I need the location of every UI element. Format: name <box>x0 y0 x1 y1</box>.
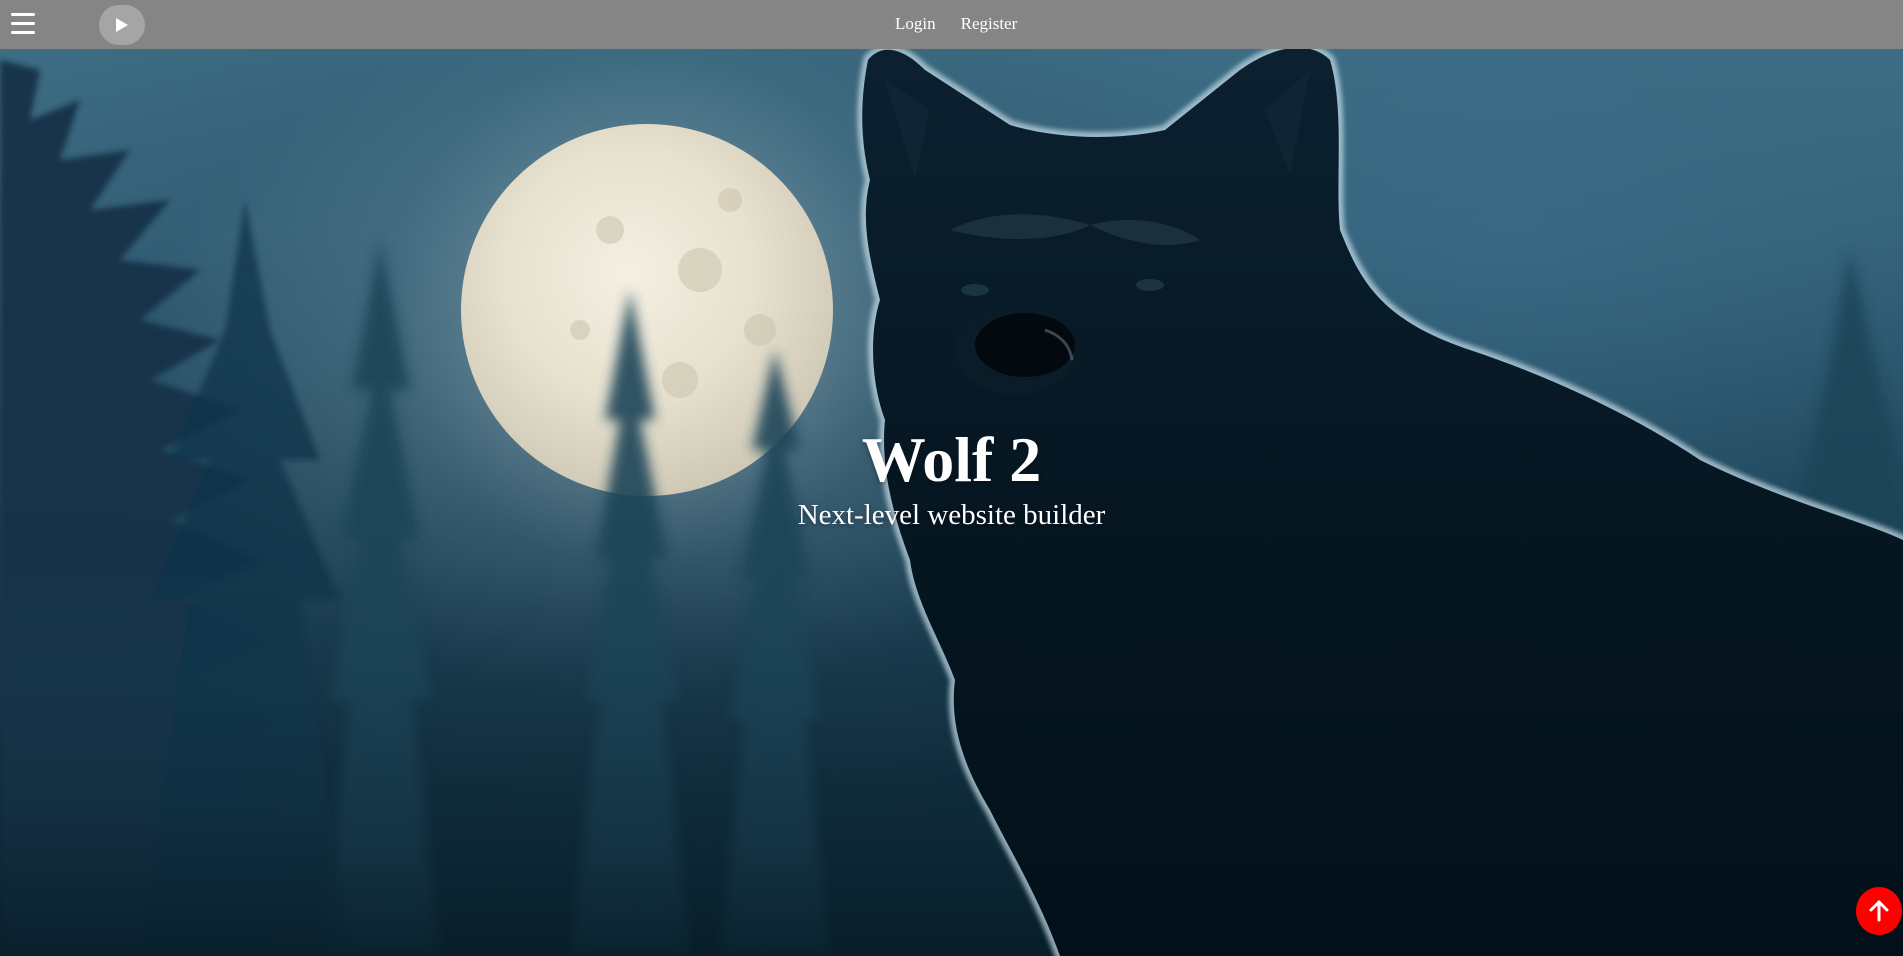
page: Login Register Wolf 2 Next-level website… <box>0 0 1903 956</box>
scroll-to-top-button[interactable] <box>1856 887 1902 935</box>
arrow-up-icon <box>1869 900 1889 922</box>
hero-title: Wolf 2 <box>861 424 1042 495</box>
main-nav: Login Register <box>0 0 1903 49</box>
menu-line <box>11 31 35 34</box>
top-navigation-bar: Login Register <box>0 0 1903 49</box>
menu-line <box>11 22 35 25</box>
play-icon <box>116 18 128 32</box>
menu-line <box>11 13 35 16</box>
hamburger-menu-icon[interactable] <box>11 13 35 35</box>
play-button[interactable] <box>99 5 145 45</box>
register-link[interactable]: Register <box>961 14 1018 34</box>
login-link[interactable]: Login <box>895 14 936 34</box>
hero-subtitle: Next-level website builder <box>797 499 1106 531</box>
nav-links: Login Register <box>895 14 1017 34</box>
